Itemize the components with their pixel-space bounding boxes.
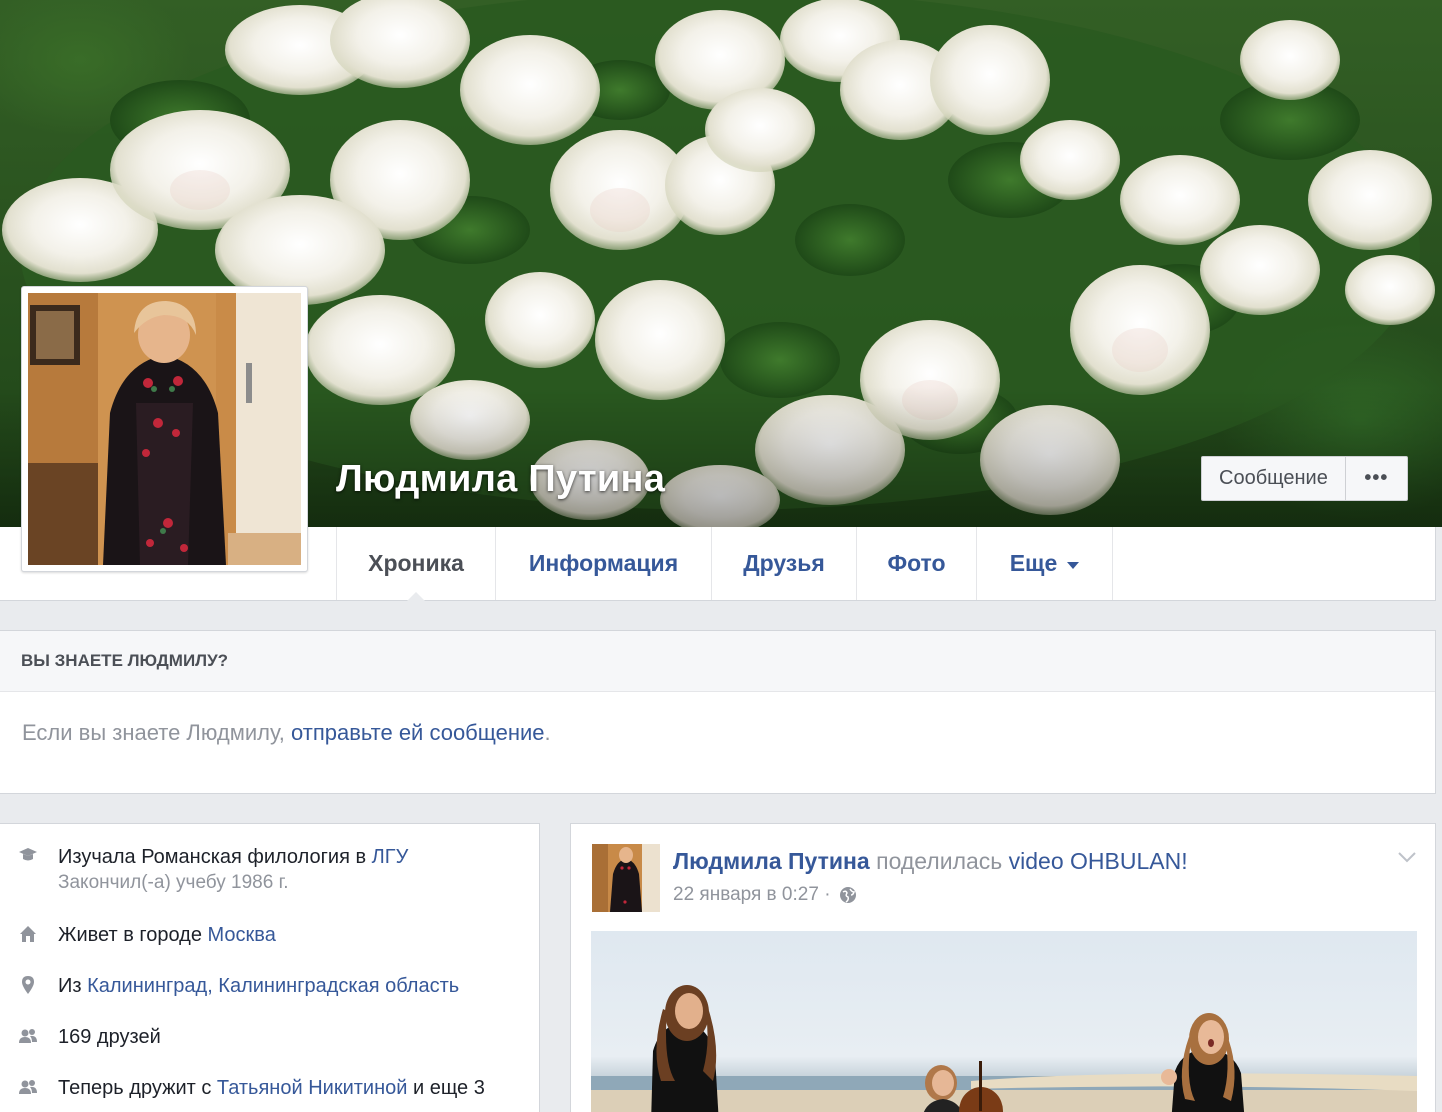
post-video-thumbnail[interactable] [591,931,1417,1112]
post-author-link[interactable]: Людмила Путина [673,848,870,874]
more-options-button[interactable]: ••• [1345,456,1408,501]
send-message-link[interactable]: отправьте ей сообщение [291,720,545,745]
tab-label: Еще [1009,550,1058,576]
tab-label: Хроника [368,550,464,576]
tab-photos[interactable]: Фото [857,527,977,600]
education-subtext: Закончил(-а) учебу 1986 г. [58,872,289,893]
intro-from: Из Калининград, Калининградская область [18,973,459,999]
map-pin-icon [22,976,34,994]
chevron-down-icon[interactable] [1397,850,1417,864]
intro-lives: Живет в городе Москва [18,922,276,948]
profile-page: Людмила Путина Сообщение ••• Хроника Инф… [0,0,1442,1112]
from-prefix: Из [58,975,88,997]
friends-with-suffix[interactable]: и еще 3 [407,1077,485,1099]
education-prefix: Изучала Романская филология в [58,846,372,868]
intro-friends-with: Теперь дружит с Татьяной Никитиной и еще… [18,1075,485,1101]
tab-label: Информация [528,550,679,576]
post-video-link[interactable]: video OHBULAN! [1009,848,1188,874]
tab-label: Друзья [743,550,825,576]
profile-tabs: Хроника Информация Друзья Фото Еще [336,527,1113,601]
know-person-prefix: Если вы знаете Людмилу, [22,720,291,745]
know-person-box: ВЫ ЗНАЕТЕ ЛЮДМИЛУ? Если вы знаете Людмил… [0,630,1436,794]
lives-prefix: Живет в городе [58,924,208,946]
caret-down-icon [1067,561,1080,569]
friends-with-prefix: Теперь дружит с [58,1077,217,1099]
profile-name[interactable]: Людмила Путина [336,458,665,501]
globe-icon[interactable] [839,886,857,904]
know-person-text: Если вы знаете Людмилу, отправьте ей соо… [0,692,1435,774]
education-school-link[interactable]: ЛГУ [372,846,409,868]
friends-icon [19,1029,37,1043]
cover-actions: Сообщение ••• [1201,456,1408,501]
from-place-link[interactable]: Калининград, Калининградская область [87,975,459,997]
tab-label: Фото [887,550,946,576]
tab-more[interactable]: Еще [977,527,1113,600]
friends-icon [19,1080,37,1094]
tab-about[interactable]: Информация [496,527,712,600]
profile-picture[interactable] [21,286,308,572]
tab-timeline[interactable]: Хроника [336,527,496,601]
post-timestamp[interactable]: 22 января в 0:27 · [673,884,831,906]
message-button[interactable]: Сообщение [1201,456,1346,501]
timeline-post: Людмила Путина поделилась video OHBULAN!… [570,823,1436,1112]
intro-education: Изучала Романская филология в ЛГУ Законч… [18,844,408,896]
post-author-avatar[interactable] [592,844,660,912]
know-person-heading: ВЫ ЗНАЕТЕ ЛЮДМИЛУ? [0,631,1435,692]
friends-with-name-link[interactable]: Татьяной Никитиной [217,1077,408,1099]
know-person-suffix: . [544,720,551,745]
post-action-text: поделилась [869,848,1009,874]
profile-photo-image [28,293,301,565]
intro-friends: 169 друзей [18,1024,161,1050]
post-header: Людмила Путина поделилась video OHBULAN! [673,848,1188,875]
friends-count[interactable]: 169 друзей [58,1024,161,1050]
graduation-cap-icon [19,848,37,861]
lives-city-link[interactable]: Москва [208,924,276,946]
post-meta: 22 января в 0:27 · [673,884,857,906]
intro-card: Изучала Романская филология в ЛГУ Законч… [0,823,540,1112]
house-icon [20,926,36,942]
tab-friends[interactable]: Друзья [712,527,857,600]
